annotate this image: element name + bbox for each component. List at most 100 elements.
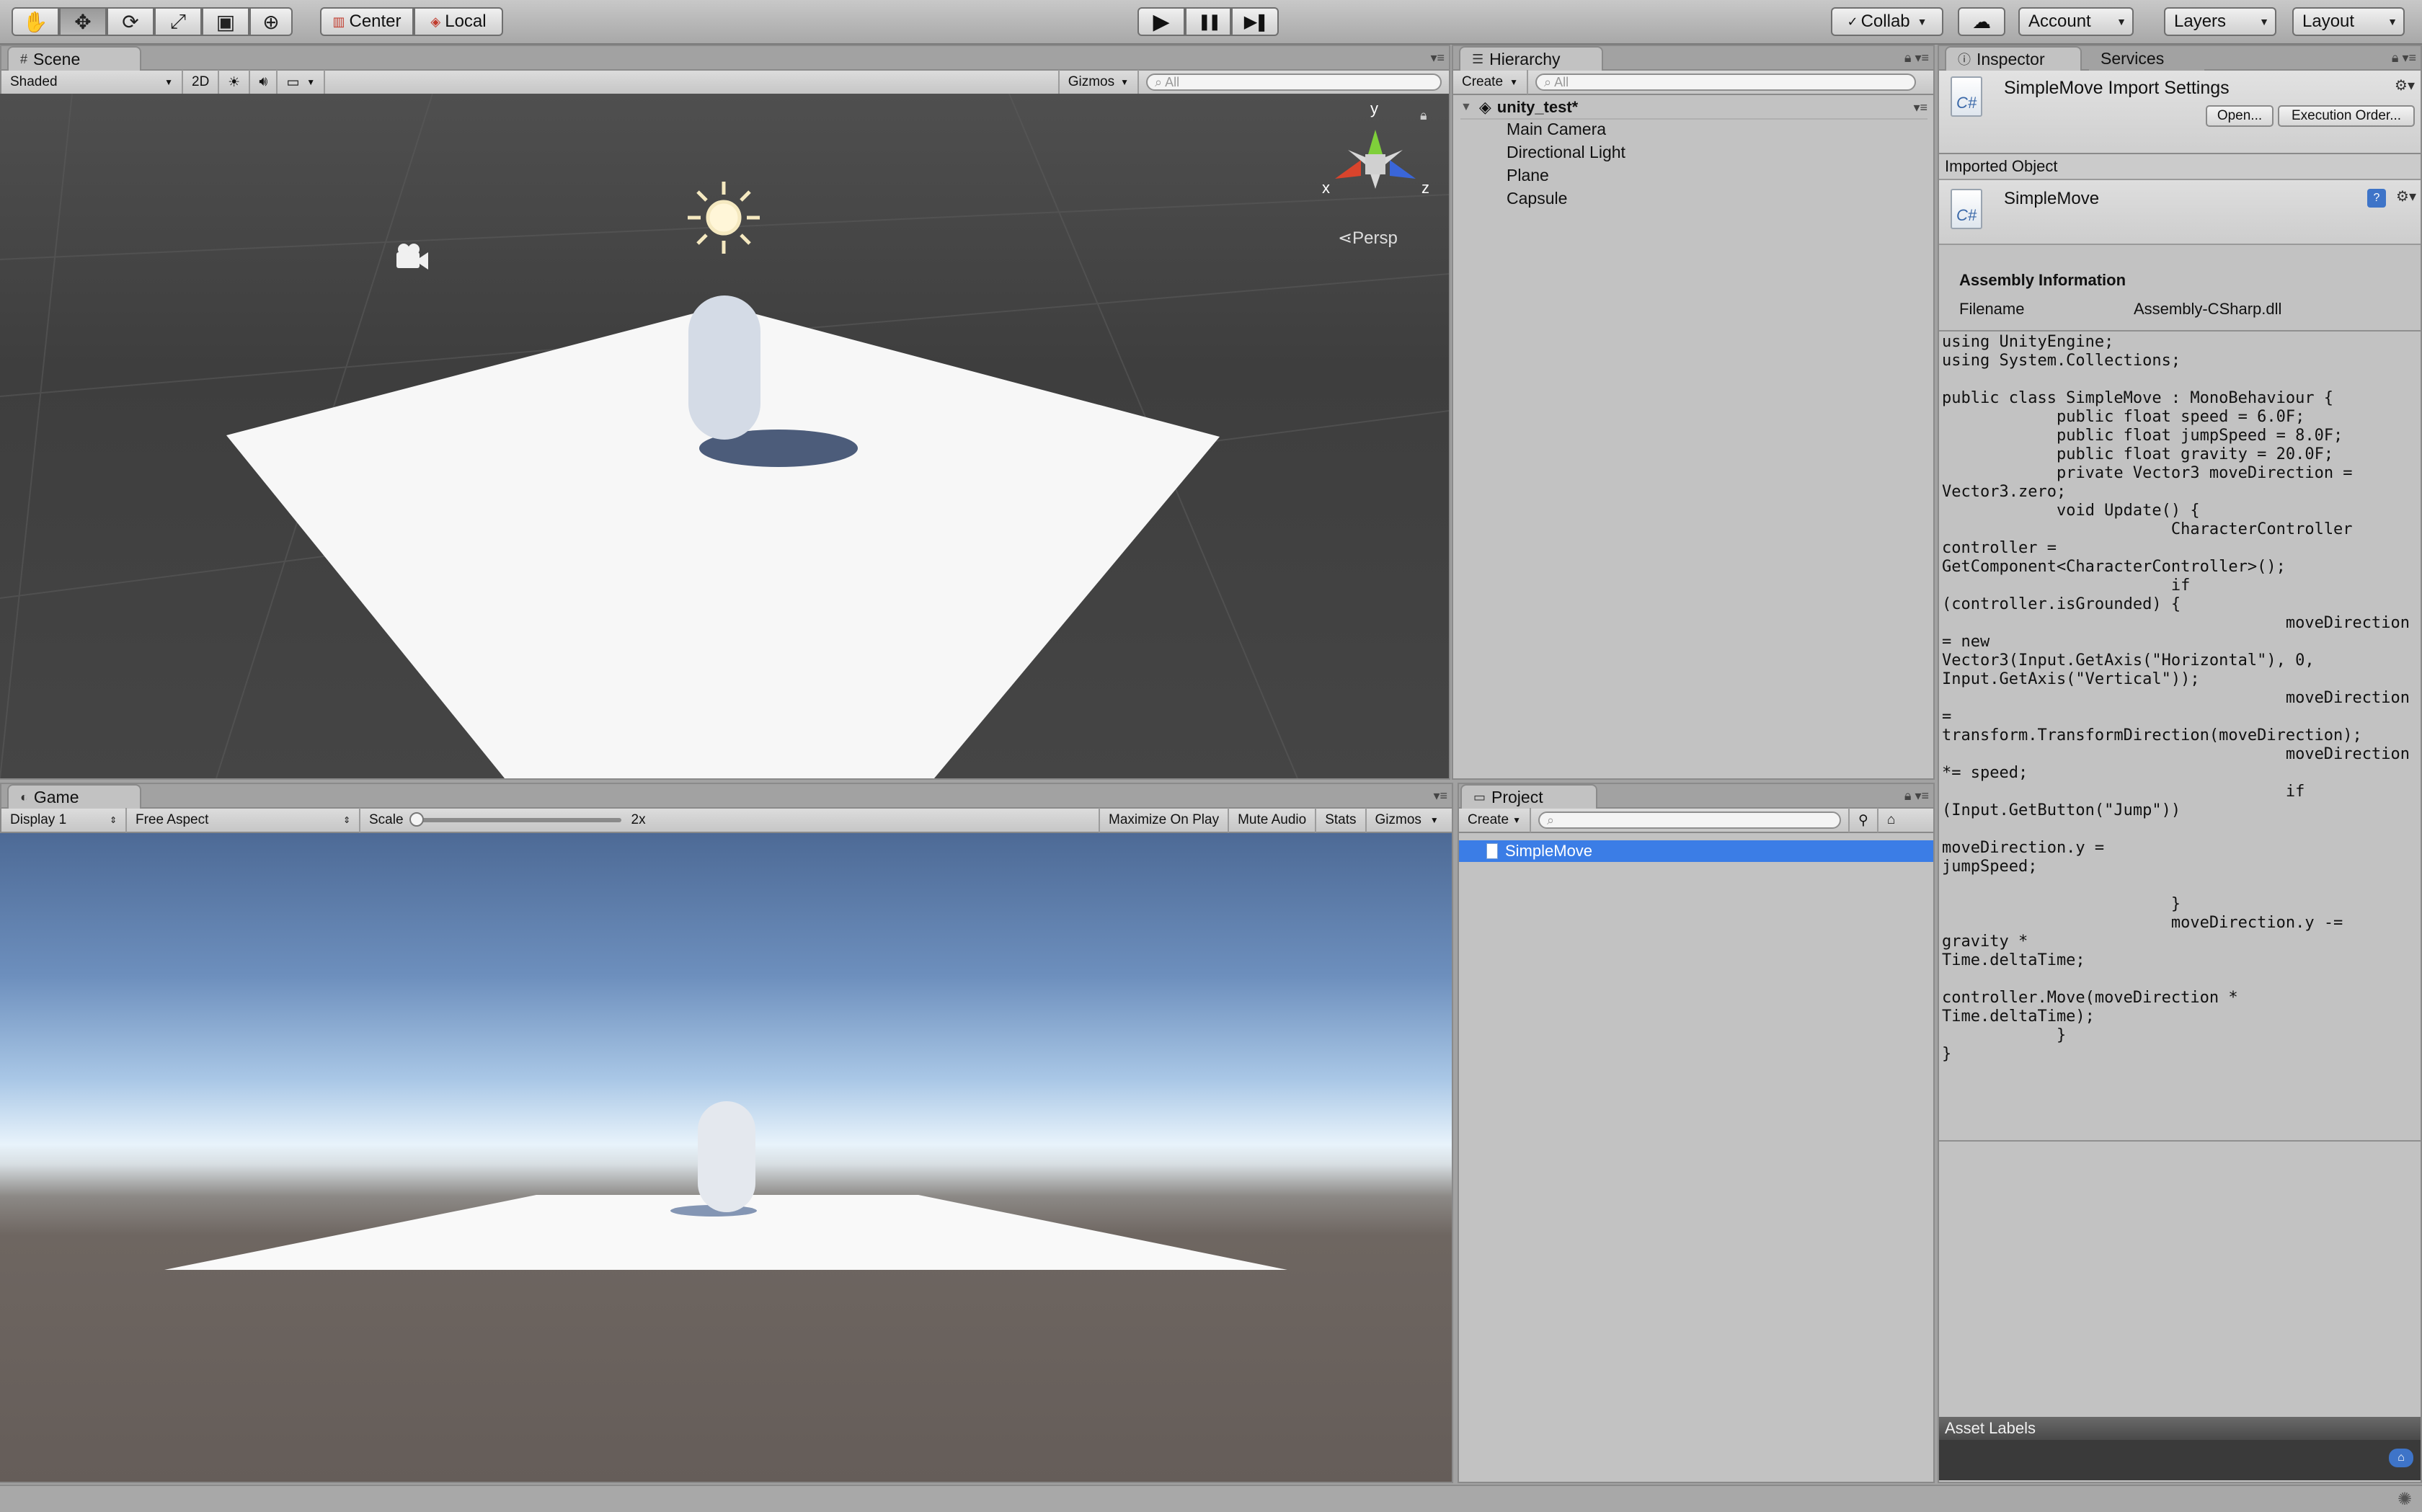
mute-label: Mute Audio [1238, 812, 1307, 827]
tab-game[interactable]: ◐ Game [7, 784, 141, 809]
tab-hierarchy-label: Hierarchy [1489, 49, 1561, 68]
transform-icon: ⊕ [262, 10, 280, 33]
hierarchy-panel: ☰ Hierarchy 🔒︎ ▾≡ Create ▼ ⌕ All ▼ ◈ unity_… [1452, 45, 1935, 780]
account-dropdown[interactable]: Account ▼ [2018, 7, 2134, 36]
hierarchy-create-dropdown[interactable]: Create ▼ [1453, 70, 1528, 94]
scene-menu-icon[interactable]: ▾≡ [1913, 100, 1928, 115]
cs-file-glyph: C# [1956, 206, 1977, 224]
panel-menu-icon[interactable]: ▾≡ [1433, 788, 1447, 804]
settings-gear-icon[interactable]: ⚙▾ [2395, 76, 2415, 94]
list-icon: ☰ [1472, 51, 1484, 66]
hierarchy-item-main-camera[interactable]: Main Camera [1507, 120, 1606, 139]
game-viewport[interactable] [0, 833, 1452, 1482]
hand-icon: ✋ [22, 10, 48, 33]
lock-menu-icon[interactable]: 🔒︎ ▾≡ [1904, 50, 1929, 66]
scale-slider[interactable] [409, 812, 621, 827]
game-capsule [698, 1101, 755, 1212]
scene-search-input[interactable]: ⌕ All [1146, 74, 1442, 91]
pivot-center-toggle[interactable]: ▥ Center [320, 7, 414, 36]
cs-file-icon: C# [1951, 189, 1982, 229]
hierarchy-search-input[interactable]: ⌕ All [1535, 74, 1916, 91]
chevron-down-icon: ▼ [306, 77, 316, 87]
hand-tool-button[interactable]: ✋ [12, 7, 59, 36]
scene-gizmos-dropdown[interactable]: Gizmos ▼ [1057, 70, 1139, 94]
tab-inspector[interactable]: ⓘ Inspector [1945, 46, 2082, 71]
camera-gizmo[interactable] [396, 244, 428, 270]
game-toolbar: Display 1 ⇕ Free Aspect ⇕ Scale 2x Maximiz… [1, 808, 1452, 833]
lock-icon[interactable]: 🔒︎ [1420, 108, 1427, 123]
scale-tool-button[interactable]: ⤢ [154, 7, 202, 36]
settings-gear-icon[interactable]: ⚙▾ [2396, 187, 2416, 205]
lock-menu-icon[interactable]: 🔒︎ ▾≡ [1904, 788, 1929, 804]
space-local-toggle[interactable]: ◈ Local [414, 7, 503, 36]
collab-check-icon: ✓ [1847, 14, 1858, 29]
scene-root-row[interactable]: ▼ ◈ unity_test* ▾≡ [1460, 97, 1928, 120]
filter-label-button[interactable]: ⌂ [1878, 808, 1904, 832]
tag-icon[interactable]: ⌂ [2389, 1449, 2413, 1467]
shading-mode-dropdown[interactable]: Shaded ▼ [1, 70, 183, 94]
cloud-icon: ☁ [1972, 10, 1991, 32]
stats-toggle[interactable]: Stats [1316, 808, 1367, 832]
toggle-2d-button[interactable]: 2D [183, 70, 220, 94]
unity-scene-icon: ◈ [1478, 98, 1491, 116]
transform-tool-button[interactable]: ⊕ [249, 7, 293, 36]
pause-button[interactable]: ❚❚ [1185, 7, 1231, 36]
hierarchy-item-directional-light[interactable]: Directional Light [1507, 143, 1625, 162]
help-icon[interactable]: ? [2367, 189, 2386, 208]
hierarchy-item-capsule[interactable]: Capsule [1507, 189, 1567, 208]
spinner-icon: ✺ [2397, 1490, 2412, 1509]
cloud-button[interactable]: ☁ [1958, 7, 2005, 36]
tab-hierarchy[interactable]: ☰ Hierarchy [1459, 46, 1603, 71]
rect-tool-button[interactable]: ▣ [202, 7, 249, 36]
scene-capsule[interactable] [688, 295, 760, 440]
hierarchy-item-plane[interactable]: Plane [1507, 166, 1549, 185]
persp-toggle[interactable]: ⋖Persp [1338, 228, 1398, 249]
hierarchy-search-placeholder: All [1554, 74, 1569, 89]
scale-slider-thumb[interactable] [409, 812, 424, 827]
lighting-toggle[interactable]: ☀ [219, 70, 251, 94]
panel-menu-icon[interactable]: ▾≡ [1430, 50, 1445, 66]
mute-audio-toggle[interactable]: Mute Audio [1229, 808, 1317, 832]
move-tool-button[interactable]: ✥ [59, 7, 107, 36]
lock-menu-icon[interactable]: 🔒︎ ▾≡ [2392, 50, 2416, 66]
rotate-tool-button[interactable]: ⟳ [107, 7, 154, 36]
maximize-on-play-toggle[interactable]: Maximize On Play [1100, 808, 1230, 832]
tab-project[interactable]: ▭ Project [1460, 784, 1597, 809]
step-button[interactable]: ▶❚ [1231, 7, 1279, 36]
cs-script-icon [1486, 843, 1498, 859]
tab-scene[interactable]: # Scene [7, 46, 141, 71]
project-create-dropdown[interactable]: Create ▼ [1459, 808, 1531, 832]
collab-dropdown[interactable]: ✓ Collab ▼ [1831, 7, 1943, 36]
filter-type-button[interactable]: ⚲ [1848, 808, 1878, 832]
scene-search-wrap: ⌕ All [1139, 74, 1449, 91]
axis-y-label: y [1370, 99, 1378, 117]
layout-dropdown[interactable]: Layout ▼ [2292, 7, 2405, 36]
display-dropdown[interactable]: Display 1 ⇕ [1, 808, 127, 832]
play-button[interactable]: ▶ [1137, 7, 1185, 36]
execution-order-button[interactable]: Execution Order... [2278, 105, 2415, 127]
tab-services[interactable]: Services [2089, 46, 2204, 71]
scene-tab-icon: # [20, 51, 28, 66]
open-label: Open... [2217, 108, 2263, 123]
project-search-wrap: ⌕ [1531, 811, 1848, 829]
directional-light-gizmo[interactable] [688, 182, 760, 254]
aspect-dropdown[interactable]: Free Aspect ⇕ [127, 808, 360, 832]
open-button[interactable]: Open... [2206, 105, 2274, 127]
layers-dropdown[interactable]: Layers ▼ [2164, 7, 2276, 36]
info-icon: ⓘ [1958, 53, 1971, 67]
gizmos-label: Gizmos [1068, 74, 1115, 89]
project-item-simplemove[interactable]: SimpleMove [1459, 840, 1933, 862]
scene-viewport[interactable]: y x z ⋖Persp 🔒︎ [0, 94, 1449, 778]
project-search-input[interactable]: ⌕ [1538, 811, 1841, 829]
orientation-gizmo[interactable] [1335, 130, 1416, 189]
asset-labels-area: ⌂ [1939, 1440, 2421, 1480]
audio-toggle[interactable]: 🔊︎ [250, 70, 278, 94]
stats-label: Stats [1325, 812, 1357, 827]
effects-dropdown[interactable]: ▭ ▼ [278, 70, 326, 94]
chevron-down-icon: ▼ [1509, 77, 1518, 87]
tab-scene-label: Scene [33, 49, 81, 68]
game-gizmos-dropdown[interactable]: Gizmos ▼ [1367, 808, 1447, 832]
search-icon: ⌕ [1544, 74, 1552, 89]
asset-labels-label: Asset Labels [1945, 1419, 2036, 1437]
chevron-down-icon: ▼ [2259, 16, 2269, 27]
